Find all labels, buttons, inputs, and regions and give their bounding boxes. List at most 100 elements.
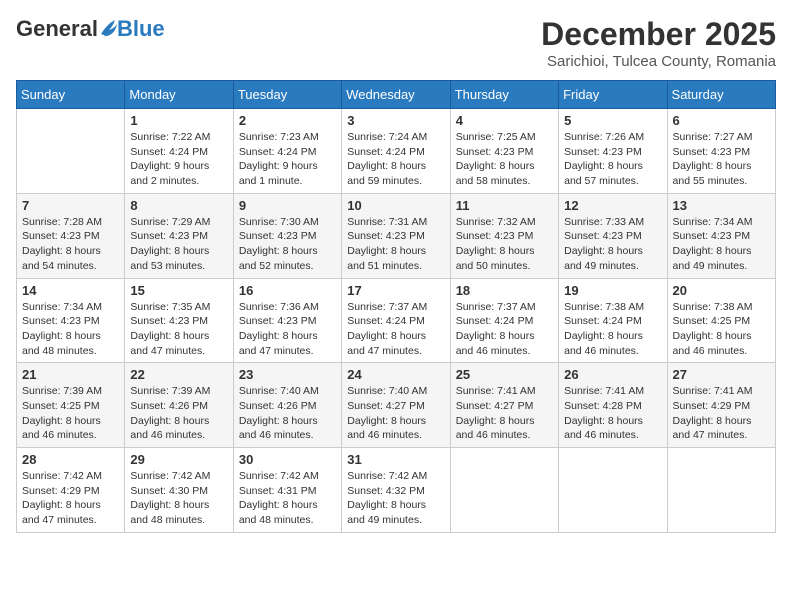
calendar-cell: 25 Sunrise: 7:41 AMSunset: 4:27 PMDayligh… <box>450 363 558 448</box>
logo-general-text: General <box>16 16 98 42</box>
day-number: 9 <box>239 198 336 213</box>
weekday-header-wednesday: Wednesday <box>342 81 450 109</box>
day-info: Sunrise: 7:37 AMSunset: 4:24 PMDaylight:… <box>347 300 444 359</box>
day-info: Sunrise: 7:30 AMSunset: 4:23 PMDaylight:… <box>239 215 336 274</box>
day-number: 14 <box>22 283 119 298</box>
calendar-cell: 15 Sunrise: 7:35 AMSunset: 4:23 PMDayligh… <box>125 278 233 363</box>
day-number: 20 <box>673 283 770 298</box>
day-info: Sunrise: 7:38 AMSunset: 4:24 PMDaylight:… <box>564 300 661 359</box>
page-header: General Blue December 2025 Sarichioi, Tu… <box>16 16 776 70</box>
calendar-cell: 24Sunrise: 7:40 AMSunset: 4:27 PMDayligh… <box>342 363 450 448</box>
calendar-cell: 23 Sunrise: 7:40 AMSunset: 4:26 PMDayligh… <box>233 363 341 448</box>
day-info: Sunrise: 7:42 AMSunset: 4:29 PMDaylight:… <box>22 469 119 528</box>
day-number: 5 <box>564 113 661 128</box>
day-info: Sunrise: 7:32 AMSunset: 4:23 PMDaylight:… <box>456 215 553 274</box>
day-info: Sunrise: 7:25 AMSunset: 4:23 PMDaylight:… <box>456 130 553 189</box>
calendar-cell: 3 Sunrise: 7:24 AMSunset: 4:24 PMDaylight… <box>342 109 450 194</box>
day-number: 15 <box>130 283 227 298</box>
calendar-cell: 19 Sunrise: 7:38 AMSunset: 4:24 PMDayligh… <box>559 278 667 363</box>
calendar-cell: 12 Sunrise: 7:33 AMSunset: 4:23 PMDayligh… <box>559 193 667 278</box>
day-number: 2 <box>239 113 336 128</box>
calendar-cell: 7 Sunrise: 7:28 AMSunset: 4:23 PMDaylight… <box>17 193 125 278</box>
calendar-cell: 20 Sunrise: 7:38 AMSunset: 4:25 PMDayligh… <box>667 278 775 363</box>
day-number: 25 <box>456 367 553 382</box>
day-number: 30 <box>239 452 336 467</box>
day-number: 19 <box>564 283 661 298</box>
day-number: 4 <box>456 113 553 128</box>
day-number: 22 <box>130 367 227 382</box>
day-number: 26 <box>564 367 661 382</box>
calendar-cell: 16 Sunrise: 7:36 AMSunset: 4:23 PMDayligh… <box>233 278 341 363</box>
calendar-cell: 13 Sunrise: 7:34 AMSunset: 4:23 PMDayligh… <box>667 193 775 278</box>
day-info: Sunrise: 7:40 AMSunset: 4:27 PMDaylight:… <box>347 384 444 443</box>
day-info: Sunrise: 7:24 AMSunset: 4:24 PMDaylight:… <box>347 130 444 189</box>
calendar-cell: 5Sunrise: 7:26 AMSunset: 4:23 PMDaylight… <box>559 109 667 194</box>
day-info: Sunrise: 7:27 AMSunset: 4:23 PMDaylight:… <box>673 130 770 189</box>
day-info: Sunrise: 7:40 AMSunset: 4:26 PMDaylight:… <box>239 384 336 443</box>
day-info: Sunrise: 7:42 AMSunset: 4:32 PMDaylight:… <box>347 469 444 528</box>
calendar-cell: 29 Sunrise: 7:42 AMSunset: 4:30 PMDayligh… <box>125 448 233 533</box>
calendar-cell: 30Sunrise: 7:42 AMSunset: 4:31 PMDayligh… <box>233 448 341 533</box>
title-block: December 2025 Sarichioi, Tulcea County, … <box>541 16 776 70</box>
calendar-cell: 17 Sunrise: 7:37 AMSunset: 4:24 PMDayligh… <box>342 278 450 363</box>
day-number: 27 <box>673 367 770 382</box>
day-number: 12 <box>564 198 661 213</box>
calendar-cell <box>450 448 558 533</box>
weekday-header-monday: Monday <box>125 81 233 109</box>
calendar-cell <box>559 448 667 533</box>
day-number: 3 <box>347 113 444 128</box>
day-info: Sunrise: 7:36 AMSunset: 4:23 PMDaylight:… <box>239 300 336 359</box>
day-info: Sunrise: 7:41 AMSunset: 4:27 PMDaylight:… <box>456 384 553 443</box>
day-number: 16 <box>239 283 336 298</box>
day-number: 29 <box>130 452 227 467</box>
calendar-cell: 21Sunrise: 7:39 AMSunset: 4:25 PMDayligh… <box>17 363 125 448</box>
calendar-cell: 1 Sunrise: 7:22 AMSunset: 4:24 PMDaylight… <box>125 109 233 194</box>
day-number: 8 <box>130 198 227 213</box>
day-info: Sunrise: 7:38 AMSunset: 4:25 PMDaylight:… <box>673 300 770 359</box>
day-info: Sunrise: 7:35 AMSunset: 4:23 PMDaylight:… <box>130 300 227 359</box>
day-number: 7 <box>22 198 119 213</box>
day-number: 18 <box>456 283 553 298</box>
day-info: Sunrise: 7:23 AMSunset: 4:24 PMDaylight:… <box>239 130 336 189</box>
weekday-header-tuesday: Tuesday <box>233 81 341 109</box>
calendar-cell: 11 Sunrise: 7:32 AMSunset: 4:23 PMDayligh… <box>450 193 558 278</box>
day-number: 11 <box>456 198 553 213</box>
day-info: Sunrise: 7:39 AMSunset: 4:26 PMDaylight:… <box>130 384 227 443</box>
calendar-cell: 8Sunrise: 7:29 AMSunset: 4:23 PMDaylight… <box>125 193 233 278</box>
day-info: Sunrise: 7:33 AMSunset: 4:23 PMDaylight:… <box>564 215 661 274</box>
calendar-cell: 14 Sunrise: 7:34 AMSunset: 4:23 PMDayligh… <box>17 278 125 363</box>
calendar-cell: 6 Sunrise: 7:27 AMSunset: 4:23 PMDaylight… <box>667 109 775 194</box>
calendar-cell <box>17 109 125 194</box>
day-info: Sunrise: 7:34 AMSunset: 4:23 PMDaylight:… <box>673 215 770 274</box>
location-subtitle: Sarichioi, Tulcea County, Romania <box>541 53 776 70</box>
day-number: 1 <box>130 113 227 128</box>
calendar-cell: 28 Sunrise: 7:42 AMSunset: 4:29 PMDayligh… <box>17 448 125 533</box>
day-info: Sunrise: 7:37 AMSunset: 4:24 PMDaylight:… <box>456 300 553 359</box>
day-info: Sunrise: 7:39 AMSunset: 4:25 PMDaylight:… <box>22 384 119 443</box>
calendar-cell: 26Sunrise: 7:41 AMSunset: 4:28 PMDayligh… <box>559 363 667 448</box>
day-info: Sunrise: 7:22 AMSunset: 4:24 PMDaylight:… <box>130 130 227 189</box>
calendar-cell: 27 Sunrise: 7:41 AMSunset: 4:29 PMDayligh… <box>667 363 775 448</box>
weekday-header-sunday: Sunday <box>17 81 125 109</box>
day-info: Sunrise: 7:42 AMSunset: 4:30 PMDaylight:… <box>130 469 227 528</box>
day-info: Sunrise: 7:41 AMSunset: 4:29 PMDaylight:… <box>673 384 770 443</box>
day-number: 6 <box>673 113 770 128</box>
weekday-header-thursday: Thursday <box>450 81 558 109</box>
day-number: 28 <box>22 452 119 467</box>
calendar-header: SundayMondayTuesdayWednesdayThursdayFrid… <box>17 81 776 109</box>
day-number: 13 <box>673 198 770 213</box>
weekday-header-saturday: Saturday <box>667 81 775 109</box>
day-number: 31 <box>347 452 444 467</box>
weekday-header-friday: Friday <box>559 81 667 109</box>
logo: General Blue <box>16 16 165 42</box>
day-number: 17 <box>347 283 444 298</box>
logo-bird-icon <box>99 16 117 38</box>
day-info: Sunrise: 7:34 AMSunset: 4:23 PMDaylight:… <box>22 300 119 359</box>
day-number: 23 <box>239 367 336 382</box>
day-number: 10 <box>347 198 444 213</box>
calendar-cell: 4 Sunrise: 7:25 AMSunset: 4:23 PMDaylight… <box>450 109 558 194</box>
calendar-cell: 9 Sunrise: 7:30 AMSunset: 4:23 PMDaylight… <box>233 193 341 278</box>
day-info: Sunrise: 7:28 AMSunset: 4:23 PMDaylight:… <box>22 215 119 274</box>
calendar-cell: 2 Sunrise: 7:23 AMSunset: 4:24 PMDaylight… <box>233 109 341 194</box>
month-title: December 2025 <box>541 16 776 53</box>
